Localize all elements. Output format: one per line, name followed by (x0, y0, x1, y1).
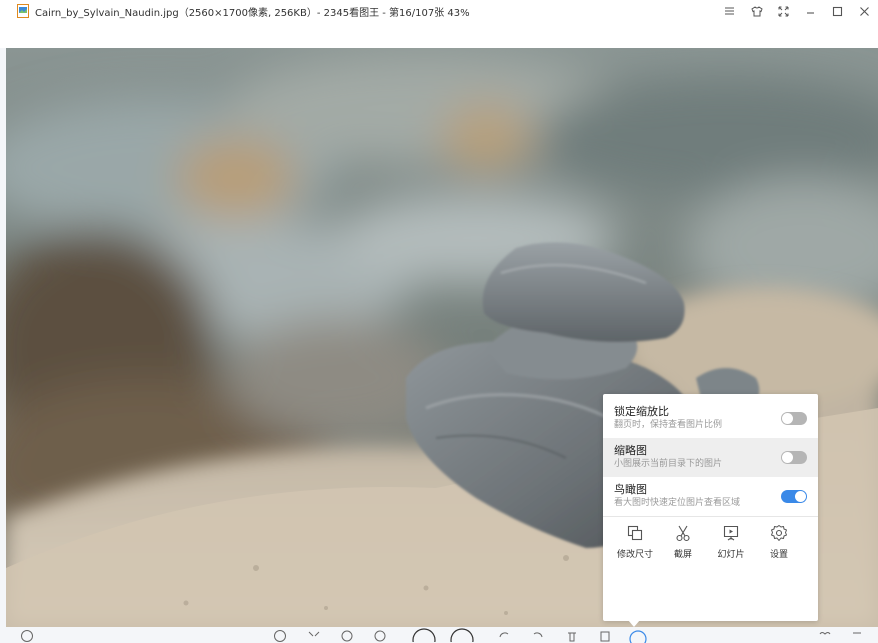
title-bar: Cairn_by_Sylvain_Naudin.jpg（2560×1700像素,… (0, 0, 878, 22)
resize-button[interactable]: 修改尺寸 (611, 522, 659, 566)
zoom-out-icon[interactable] (373, 629, 387, 643)
option-desc: 小图展示当前目录下的图片 (614, 459, 723, 469)
birds-eye-toggle[interactable] (781, 490, 807, 503)
rotate-cw-icon[interactable] (531, 629, 545, 643)
toggle-knob (782, 413, 793, 424)
skin-icon (750, 5, 763, 16)
option-birds-eye[interactable]: 鸟瞰图 看大图时快速定位图片查看区域 (603, 477, 818, 516)
window-controls (716, 0, 878, 22)
skin-button[interactable] (743, 0, 770, 22)
fullscreen-icon (778, 6, 789, 16)
favorite-icon[interactable] (818, 629, 832, 643)
option-lock-zoom[interactable]: 锁定缩放比 翻页时，保持查看图片比例 (603, 399, 818, 438)
zoom-fit-icon[interactable] (307, 629, 321, 643)
rotate-ccw-icon[interactable] (497, 629, 511, 643)
minimize-icon (807, 11, 814, 14)
screenshot-button[interactable]: 截屏 (659, 522, 707, 566)
slideshow-label: 幻灯片 (717, 550, 745, 560)
minimize-button[interactable] (797, 0, 824, 22)
thumbnail-toggle[interactable] (781, 451, 807, 464)
fullscreen-button[interactable] (770, 0, 797, 22)
popup-arrow (628, 620, 640, 627)
image-file-icon (16, 4, 30, 18)
lock-zoom-toggle[interactable] (781, 412, 807, 425)
option-title: 锁定缩放比 (614, 405, 669, 418)
delete-icon[interactable] (565, 629, 579, 643)
rotate-left-icon[interactable] (273, 629, 287, 643)
slideshow-button[interactable]: 幻灯片 (707, 522, 755, 566)
settings-label: 设置 (769, 550, 788, 560)
toggle-knob (795, 491, 806, 502)
popup-divider (603, 516, 818, 517)
zoom-in-icon[interactable] (340, 629, 354, 643)
screenshot-label: 截屏 (673, 550, 692, 560)
resize-icon (626, 522, 644, 544)
more-tools-icon[interactable] (628, 629, 647, 643)
option-thumbnail[interactable]: 缩略图 小图展示当前目录下的图片 (603, 438, 818, 477)
option-title: 鸟瞰图 (614, 483, 647, 496)
close-button[interactable] (851, 0, 878, 22)
gear-icon (770, 522, 788, 544)
edit-icon[interactable] (598, 629, 612, 643)
settings-popup: 锁定缩放比 翻页时，保持查看图片比例 缩略图 小图展示当前目录下的图片 鸟瞰图 … (603, 394, 818, 621)
option-birds-eye-text: 鸟瞰图 看大图时快速定位图片查看区域 (614, 483, 740, 509)
close-icon (860, 6, 869, 16)
bottom-toolbar (0, 627, 878, 643)
info-icon[interactable] (20, 629, 34, 643)
option-desc: 看大图时快速定位图片查看区域 (614, 498, 741, 508)
resize-label: 修改尺寸 (616, 550, 653, 560)
title-spacer (0, 22, 878, 48)
option-thumbnail-text: 缩略图 小图展示当前目录下的图片 (614, 444, 722, 470)
prev-image-icon[interactable] (412, 628, 436, 642)
menu-button[interactable] (716, 0, 743, 22)
share-icon[interactable] (850, 629, 864, 643)
option-desc: 翻页时，保持查看图片比例 (614, 420, 723, 430)
next-image-icon[interactable] (450, 628, 474, 642)
slideshow-icon (722, 522, 740, 544)
settings-button[interactable]: 设置 (755, 522, 803, 566)
option-title: 缩略图 (614, 444, 647, 457)
option-lock-zoom-text: 锁定缩放比 翻页时，保持查看图片比例 (614, 405, 722, 431)
maximize-button[interactable] (824, 0, 851, 22)
window-title: Cairn_by_Sylvain_Naudin.jpg（2560×1700像素,… (35, 7, 470, 19)
popup-tools: 修改尺寸 截屏 幻灯片 设置 (603, 522, 818, 566)
scissors-icon (674, 522, 692, 544)
menu-icon (725, 7, 734, 15)
toggle-knob (782, 452, 793, 463)
maximize-icon (832, 6, 843, 16)
